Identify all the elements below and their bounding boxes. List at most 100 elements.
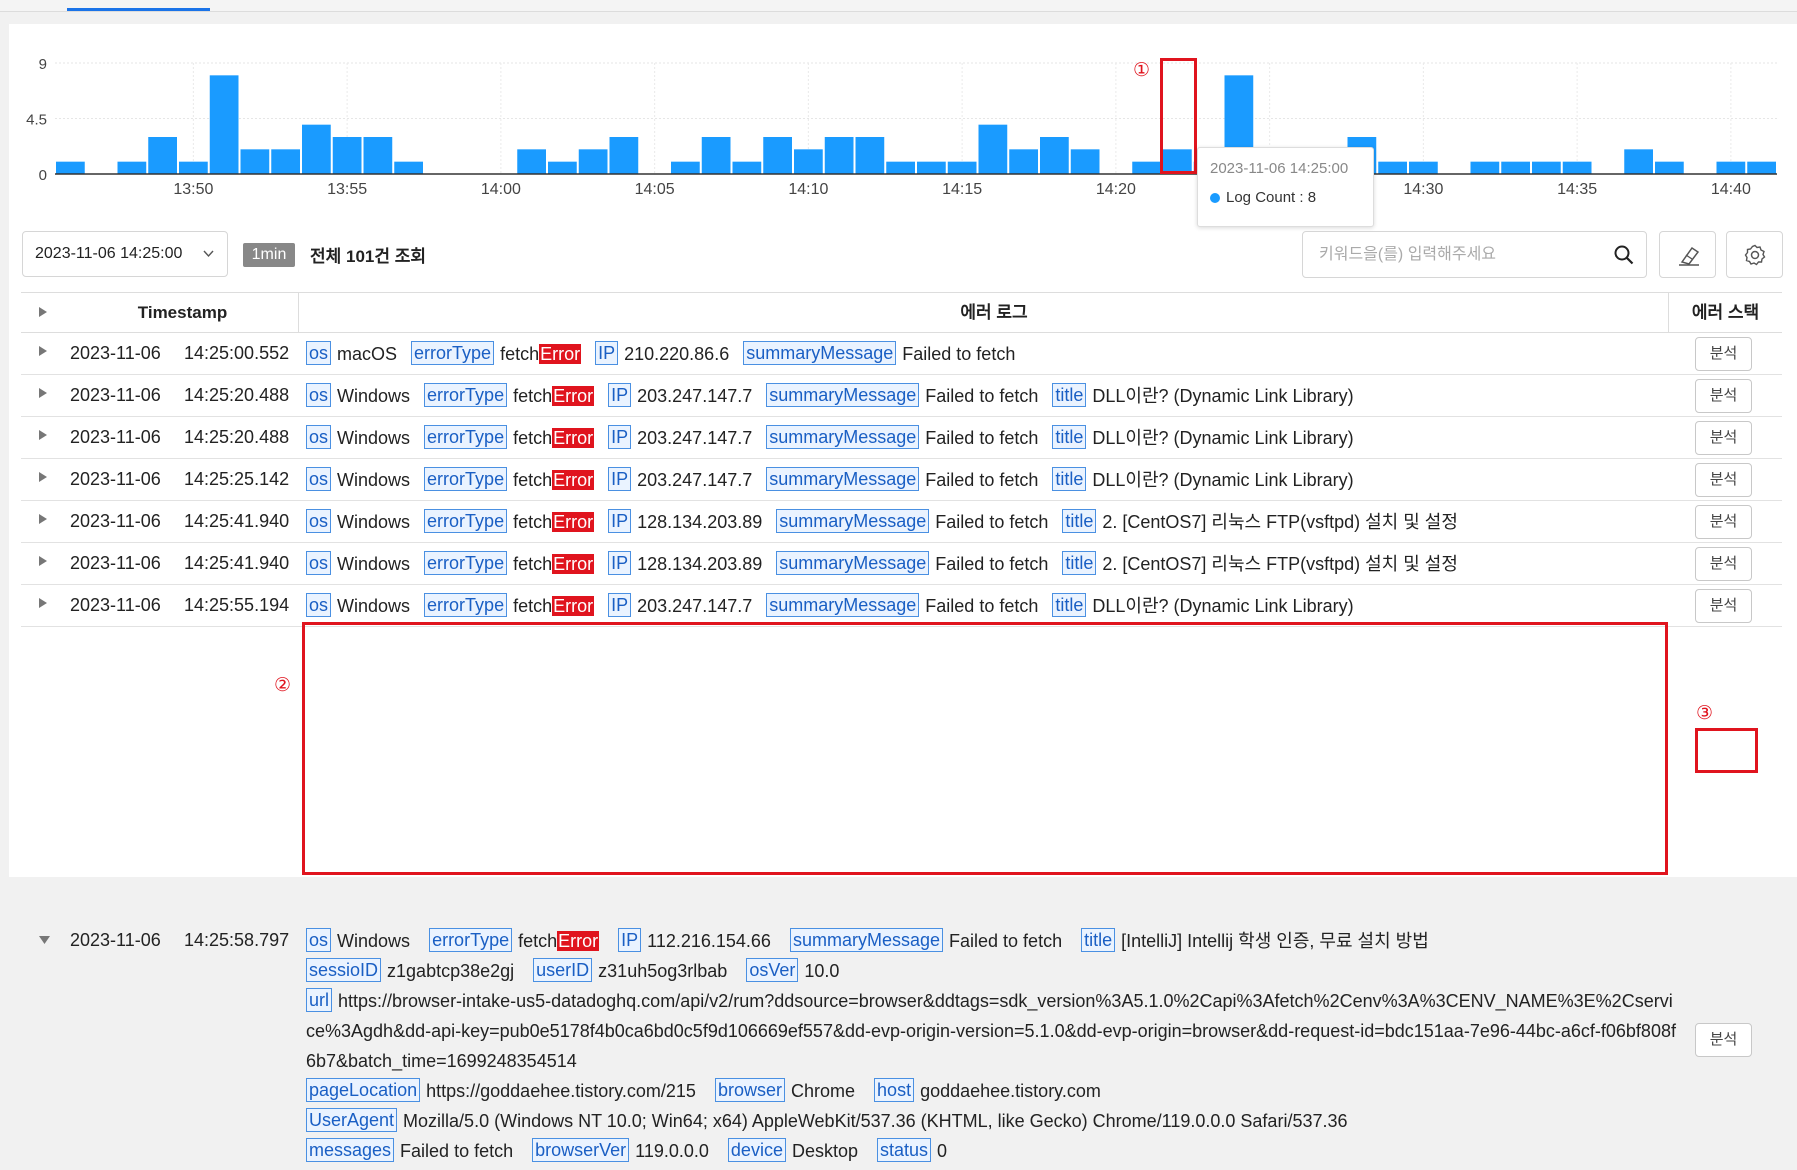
tag-user-id: userID bbox=[533, 958, 593, 982]
row-date: 2023-11-06 bbox=[70, 385, 161, 405]
chart-bar[interactable] bbox=[363, 137, 393, 174]
chart-bar[interactable] bbox=[917, 161, 946, 174]
chart-bar[interactable] bbox=[1378, 161, 1407, 174]
chart-bar[interactable] bbox=[671, 161, 700, 174]
date-picker[interactable]: 2023-11-06 14:25:00 bbox=[22, 231, 228, 277]
analyze-button[interactable]: 분석 bbox=[1695, 421, 1752, 455]
header-timestamp[interactable]: Timestamp bbox=[61, 293, 304, 332]
chart-bar[interactable] bbox=[271, 149, 300, 174]
date-picker-value: 2023-11-06 14:25:00 bbox=[35, 245, 183, 262]
chart-bar[interactable] bbox=[1040, 137, 1069, 174]
chart-bar[interactable] bbox=[1624, 149, 1653, 174]
clear-filter-button[interactable] bbox=[1659, 231, 1716, 278]
chart-bar[interactable] bbox=[1716, 161, 1746, 174]
analyze-button[interactable]: 분석 bbox=[1695, 463, 1752, 497]
search-box[interactable] bbox=[1302, 231, 1647, 278]
table-row[interactable]: 2023-11-06 14:25:25.142 os Windows errorType… bbox=[21, 459, 1782, 501]
expand-icon[interactable] bbox=[39, 388, 47, 401]
table-row[interactable]: 2023-11-06 14:25:20.488 os Windows errorType… bbox=[21, 375, 1782, 417]
expand-all-icon[interactable] bbox=[39, 307, 47, 320]
log-count-chart[interactable]: 9 4.5 0 13:50 13:55 14:00 14:05 14:10 14:15 14:20… bbox=[0, 50, 1797, 200]
chart-bar[interactable] bbox=[1747, 161, 1776, 174]
expand-icon[interactable] bbox=[39, 598, 47, 611]
chart-bar[interactable] bbox=[209, 75, 239, 174]
x-tick-label: 14:05 bbox=[635, 181, 675, 198]
chart-bar[interactable] bbox=[578, 149, 608, 174]
error-highlight: Error bbox=[552, 554, 595, 574]
chart-bar[interactable] bbox=[56, 161, 85, 174]
chart-bar[interactable] bbox=[855, 137, 885, 174]
chart-bar[interactable] bbox=[517, 149, 546, 174]
analyze-button[interactable]: 분석 bbox=[1695, 505, 1752, 539]
chart-bar[interactable] bbox=[824, 137, 854, 174]
tag-ip: IP bbox=[608, 551, 632, 575]
expand-icon[interactable] bbox=[39, 514, 47, 527]
chart-bar[interactable] bbox=[240, 149, 270, 174]
tooltip-label: Log Count : 8 bbox=[1226, 189, 1317, 206]
tag-title: title bbox=[1062, 509, 1097, 533]
value-os: macOS bbox=[337, 344, 398, 364]
search-icon[interactable] bbox=[1614, 245, 1634, 270]
analyze-button-expanded[interactable]: 분석 bbox=[1695, 1023, 1752, 1057]
chart-bar[interactable] bbox=[794, 149, 823, 174]
error-highlight: Error bbox=[552, 470, 595, 490]
chart-bar[interactable] bbox=[1409, 161, 1438, 174]
chart-bar[interactable] bbox=[609, 137, 639, 174]
table-row[interactable]: 2023-11-06 14:25:00.552 os macOS errorType fe… bbox=[21, 333, 1782, 375]
table-row[interactable]: 2023-11-06 14:25:20.488 os Windows errorType… bbox=[21, 417, 1782, 459]
value-error-type: fetch bbox=[518, 931, 558, 951]
table-row[interactable]: 2023-11-06 14:25:41.940 os Windows errorType… bbox=[21, 543, 1782, 585]
chart-bar[interactable] bbox=[1655, 161, 1684, 174]
collapse-icon[interactable] bbox=[39, 935, 50, 947]
tag-device: device bbox=[727, 1138, 786, 1162]
value-user-agent: Mozilla/5.0 (Windows NT 10.0; Win64; x64… bbox=[403, 1111, 1348, 1131]
value-summary: Failed to fetch bbox=[902, 344, 1016, 364]
search-input[interactable] bbox=[1317, 242, 1601, 268]
chart-bar[interactable] bbox=[1070, 149, 1100, 174]
table-row[interactable]: 2023-11-06 14:25:41.940 os Windows errorType… bbox=[21, 501, 1782, 543]
chart-bar[interactable] bbox=[1501, 161, 1530, 174]
chart-bar[interactable] bbox=[1009, 149, 1038, 174]
chart-bar[interactable] bbox=[763, 137, 792, 174]
chart-bar[interactable] bbox=[732, 161, 762, 174]
chart-bar[interactable] bbox=[1132, 161, 1161, 174]
chart-bar[interactable] bbox=[548, 161, 577, 174]
value-page-location: https://goddaehee.tistory.com/215 bbox=[426, 1081, 696, 1101]
table-row-expanded[interactable]: 2023-11-06 14:25:58.797 os Windows errorT… bbox=[21, 920, 1782, 1170]
chart-bar[interactable] bbox=[978, 124, 1008, 174]
chart-bar[interactable] bbox=[1532, 161, 1561, 174]
expand-icon[interactable] bbox=[39, 430, 47, 443]
tag-error-type: errorType bbox=[424, 467, 508, 491]
chart-bar[interactable] bbox=[701, 137, 731, 174]
value-os: Windows bbox=[337, 554, 411, 574]
chart-bar[interactable] bbox=[148, 137, 177, 174]
chart-bar[interactable] bbox=[886, 161, 915, 174]
expand-icon[interactable] bbox=[39, 346, 47, 359]
row-log: os Windows errorType fetchError IP 128.134.20… bbox=[306, 507, 1676, 537]
chart-bar[interactable] bbox=[1470, 161, 1500, 174]
expand-icon[interactable] bbox=[39, 556, 47, 569]
tag-ip: IP bbox=[595, 341, 619, 365]
row-date: 2023-11-06 bbox=[70, 469, 161, 489]
analyze-button[interactable]: 분석 bbox=[1695, 589, 1752, 623]
tag-page-location: pageLocation bbox=[306, 1078, 421, 1102]
tag-summary: summaryMessage bbox=[776, 551, 930, 575]
settings-button[interactable] bbox=[1726, 231, 1783, 278]
analyze-button[interactable]: 분석 bbox=[1695, 547, 1752, 581]
value-title: 2. [CentOS7] 리눅스 FTP(vsftpd) 설치 및 설정 bbox=[1102, 512, 1458, 532]
expand-icon[interactable] bbox=[39, 472, 47, 485]
tag-title: title bbox=[1052, 425, 1087, 449]
tag-status: status bbox=[877, 1138, 932, 1162]
chart-bar[interactable] bbox=[332, 137, 362, 174]
analyze-button[interactable]: 분석 bbox=[1695, 379, 1752, 413]
x-tick-label: 13:55 bbox=[327, 181, 367, 198]
x-tick-label: 14:10 bbox=[788, 181, 828, 198]
chart-bar[interactable] bbox=[302, 124, 331, 174]
chart-bar[interactable] bbox=[947, 161, 977, 174]
analyze-button[interactable]: 분석 bbox=[1695, 337, 1752, 371]
table-row[interactable]: 2023-11-06 14:25:55.194 os Windows errorType… bbox=[21, 585, 1782, 627]
chart-bar[interactable] bbox=[394, 161, 423, 174]
chart-bar[interactable] bbox=[117, 161, 147, 174]
chart-bar[interactable] bbox=[1562, 161, 1592, 174]
chart-bar[interactable] bbox=[179, 161, 208, 174]
